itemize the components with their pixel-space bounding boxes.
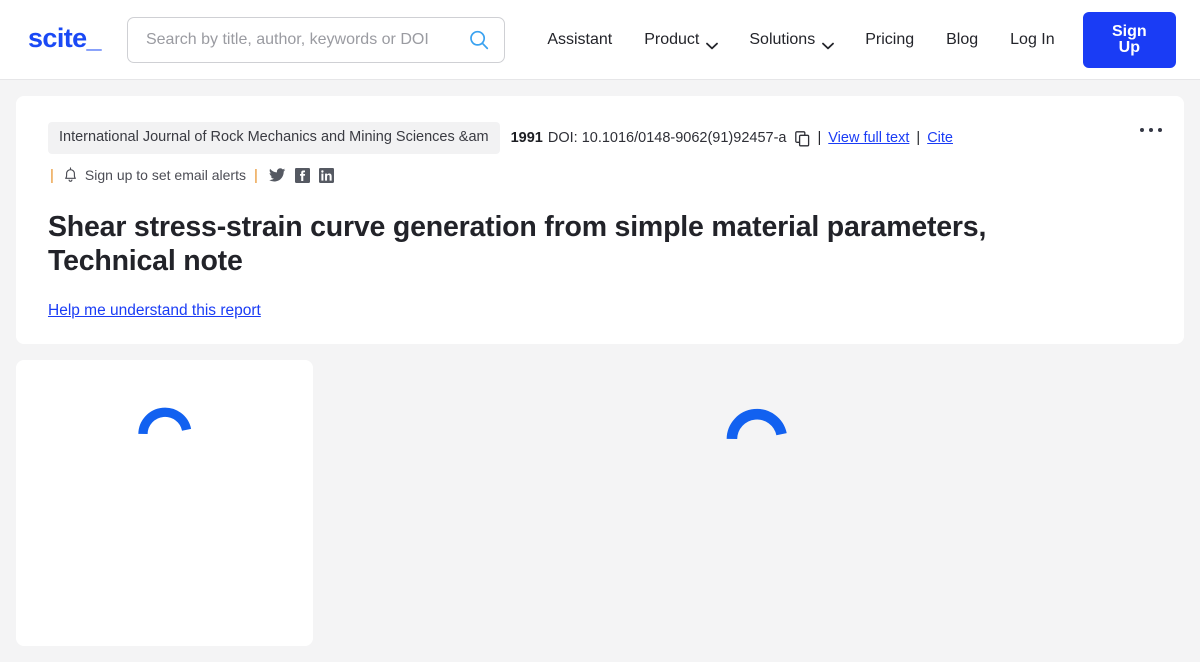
nav-item-blog[interactable]: Blog (930, 23, 994, 57)
copy-icon[interactable] (795, 130, 810, 147)
linkedin-icon[interactable] (318, 167, 334, 183)
paper-metadata-row: International Journal of Rock Mechanics … (48, 122, 1156, 154)
page-body: International Journal of Rock Mechanics … (0, 80, 1200, 662)
nav-item-solutions[interactable]: Solutions (733, 23, 849, 57)
view-full-text-link[interactable]: View full text (828, 130, 909, 146)
dot (1158, 128, 1162, 132)
bell-icon[interactable] (63, 167, 78, 183)
nav-item-assistant[interactable]: Assistant (531, 23, 628, 57)
journal-name-badge[interactable]: International Journal of Rock Mechanics … (48, 122, 500, 154)
paper-header-card: International Journal of Rock Mechanics … (16, 96, 1184, 345)
accent-separator: | (254, 166, 258, 184)
lower-content-row (16, 360, 1184, 647)
nav-item-product[interactable]: Product (628, 23, 733, 57)
main-content-panel (329, 360, 1184, 646)
email-alerts-row: | Sign up to set email alerts | (48, 167, 1156, 184)
cite-link[interactable]: Cite (927, 130, 953, 146)
nav-label: Assistant (547, 30, 613, 48)
main-nav: Assistant Product Solutions Pricing Blog (531, 11, 1176, 68)
nav-label: Solutions (749, 30, 816, 48)
more-options-icon[interactable] (1136, 124, 1166, 136)
accent-separator: | (50, 166, 54, 184)
chevron-down-icon (822, 37, 835, 50)
top-navigation-bar: scite_ Assistant Product Solutions (0, 0, 1200, 80)
search-box[interactable] (126, 16, 506, 63)
twitter-icon[interactable] (268, 167, 286, 183)
page-title: Shear stress-strain curve generation fro… (48, 210, 987, 278)
nav-label: Blog (946, 30, 979, 48)
dot (1149, 128, 1153, 132)
nav-item-pricing[interactable]: Pricing (849, 23, 930, 57)
doi-label: DOI: 10.1016/0148-9062(91)92457-a (547, 129, 787, 146)
metadata-separator: | (916, 129, 921, 146)
loading-spinner (724, 398, 790, 464)
sidebar-panel (16, 360, 313, 647)
sign-up-button[interactable]: Sign Up (1082, 11, 1176, 68)
help-understand-report-link[interactable]: Help me understand this report (48, 302, 261, 320)
social-share-group (268, 167, 334, 183)
metadata-separator: | (817, 129, 822, 146)
chevron-down-icon (706, 37, 719, 50)
nav-label: Log In (1010, 30, 1055, 48)
nav-label: Pricing (865, 30, 915, 48)
nav-item-login[interactable]: Log In (994, 23, 1070, 57)
loading-spinner (136, 398, 194, 456)
email-alerts-label[interactable]: Sign up to set email alerts (85, 167, 246, 183)
search-icon[interactable] (468, 29, 490, 51)
search-input[interactable] (143, 29, 469, 50)
nav-label: Product (644, 30, 700, 48)
scite-logo[interactable]: scite_ (28, 25, 102, 52)
dot (1140, 128, 1144, 132)
facebook-icon[interactable] (294, 167, 310, 183)
publication-year: 1991 (510, 129, 543, 146)
